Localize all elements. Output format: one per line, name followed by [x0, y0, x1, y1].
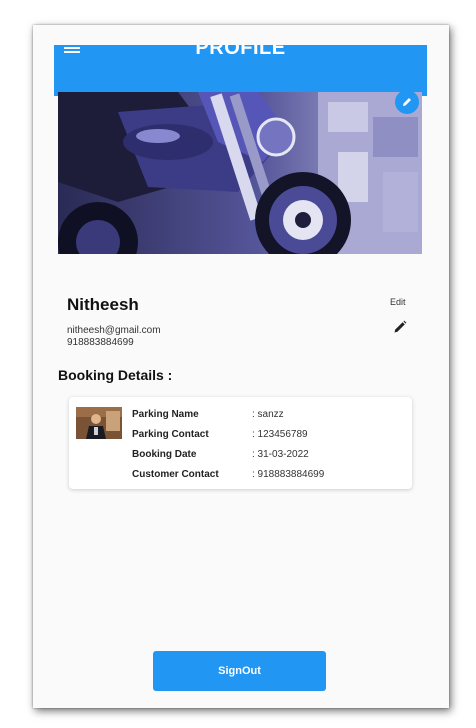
signout-button[interactable]: SignOut — [153, 651, 326, 691]
profile-name: Nitheesh — [67, 295, 139, 314]
edit-label[interactable]: Edit — [390, 297, 406, 307]
app-bar: PROFILE — [54, 45, 427, 96]
row-label: Parking Name — [132, 409, 199, 420]
row-label: Parking Contact — [132, 429, 209, 440]
booking-details-title: Booking Details : — [58, 367, 173, 383]
row-value: : 918883884699 — [252, 469, 325, 480]
pencil-icon — [403, 98, 411, 106]
pencil-icon[interactable] — [393, 320, 407, 334]
row-value: : 123456789 — [252, 429, 308, 440]
row-label: Booking Date — [132, 449, 197, 460]
profile-email: nitheesh@gmail.com — [67, 325, 161, 336]
motorcycle-image — [58, 92, 422, 254]
cover-edit-button[interactable] — [395, 90, 419, 114]
row-value: : 31-03-2022 — [252, 449, 309, 460]
cover-photo — [58, 92, 422, 254]
parking-image — [76, 407, 122, 439]
screenshot-canvas: PROFILE Nitheesh nitheesh@gmail.com 9188… — [0, 0, 476, 728]
profile-phone: 918883884699 — [67, 337, 134, 348]
booking-card: Parking Name : sanzz Parking Contact : 1… — [69, 397, 412, 489]
row-label: Customer Contact — [132, 469, 219, 480]
parking-thumbnail — [76, 407, 122, 439]
phone-screen: PROFILE Nitheesh nitheesh@gmail.com 9188… — [33, 25, 449, 708]
row-value: : sanzz — [252, 409, 284, 420]
page-title: PROFILE — [195, 45, 286, 59]
